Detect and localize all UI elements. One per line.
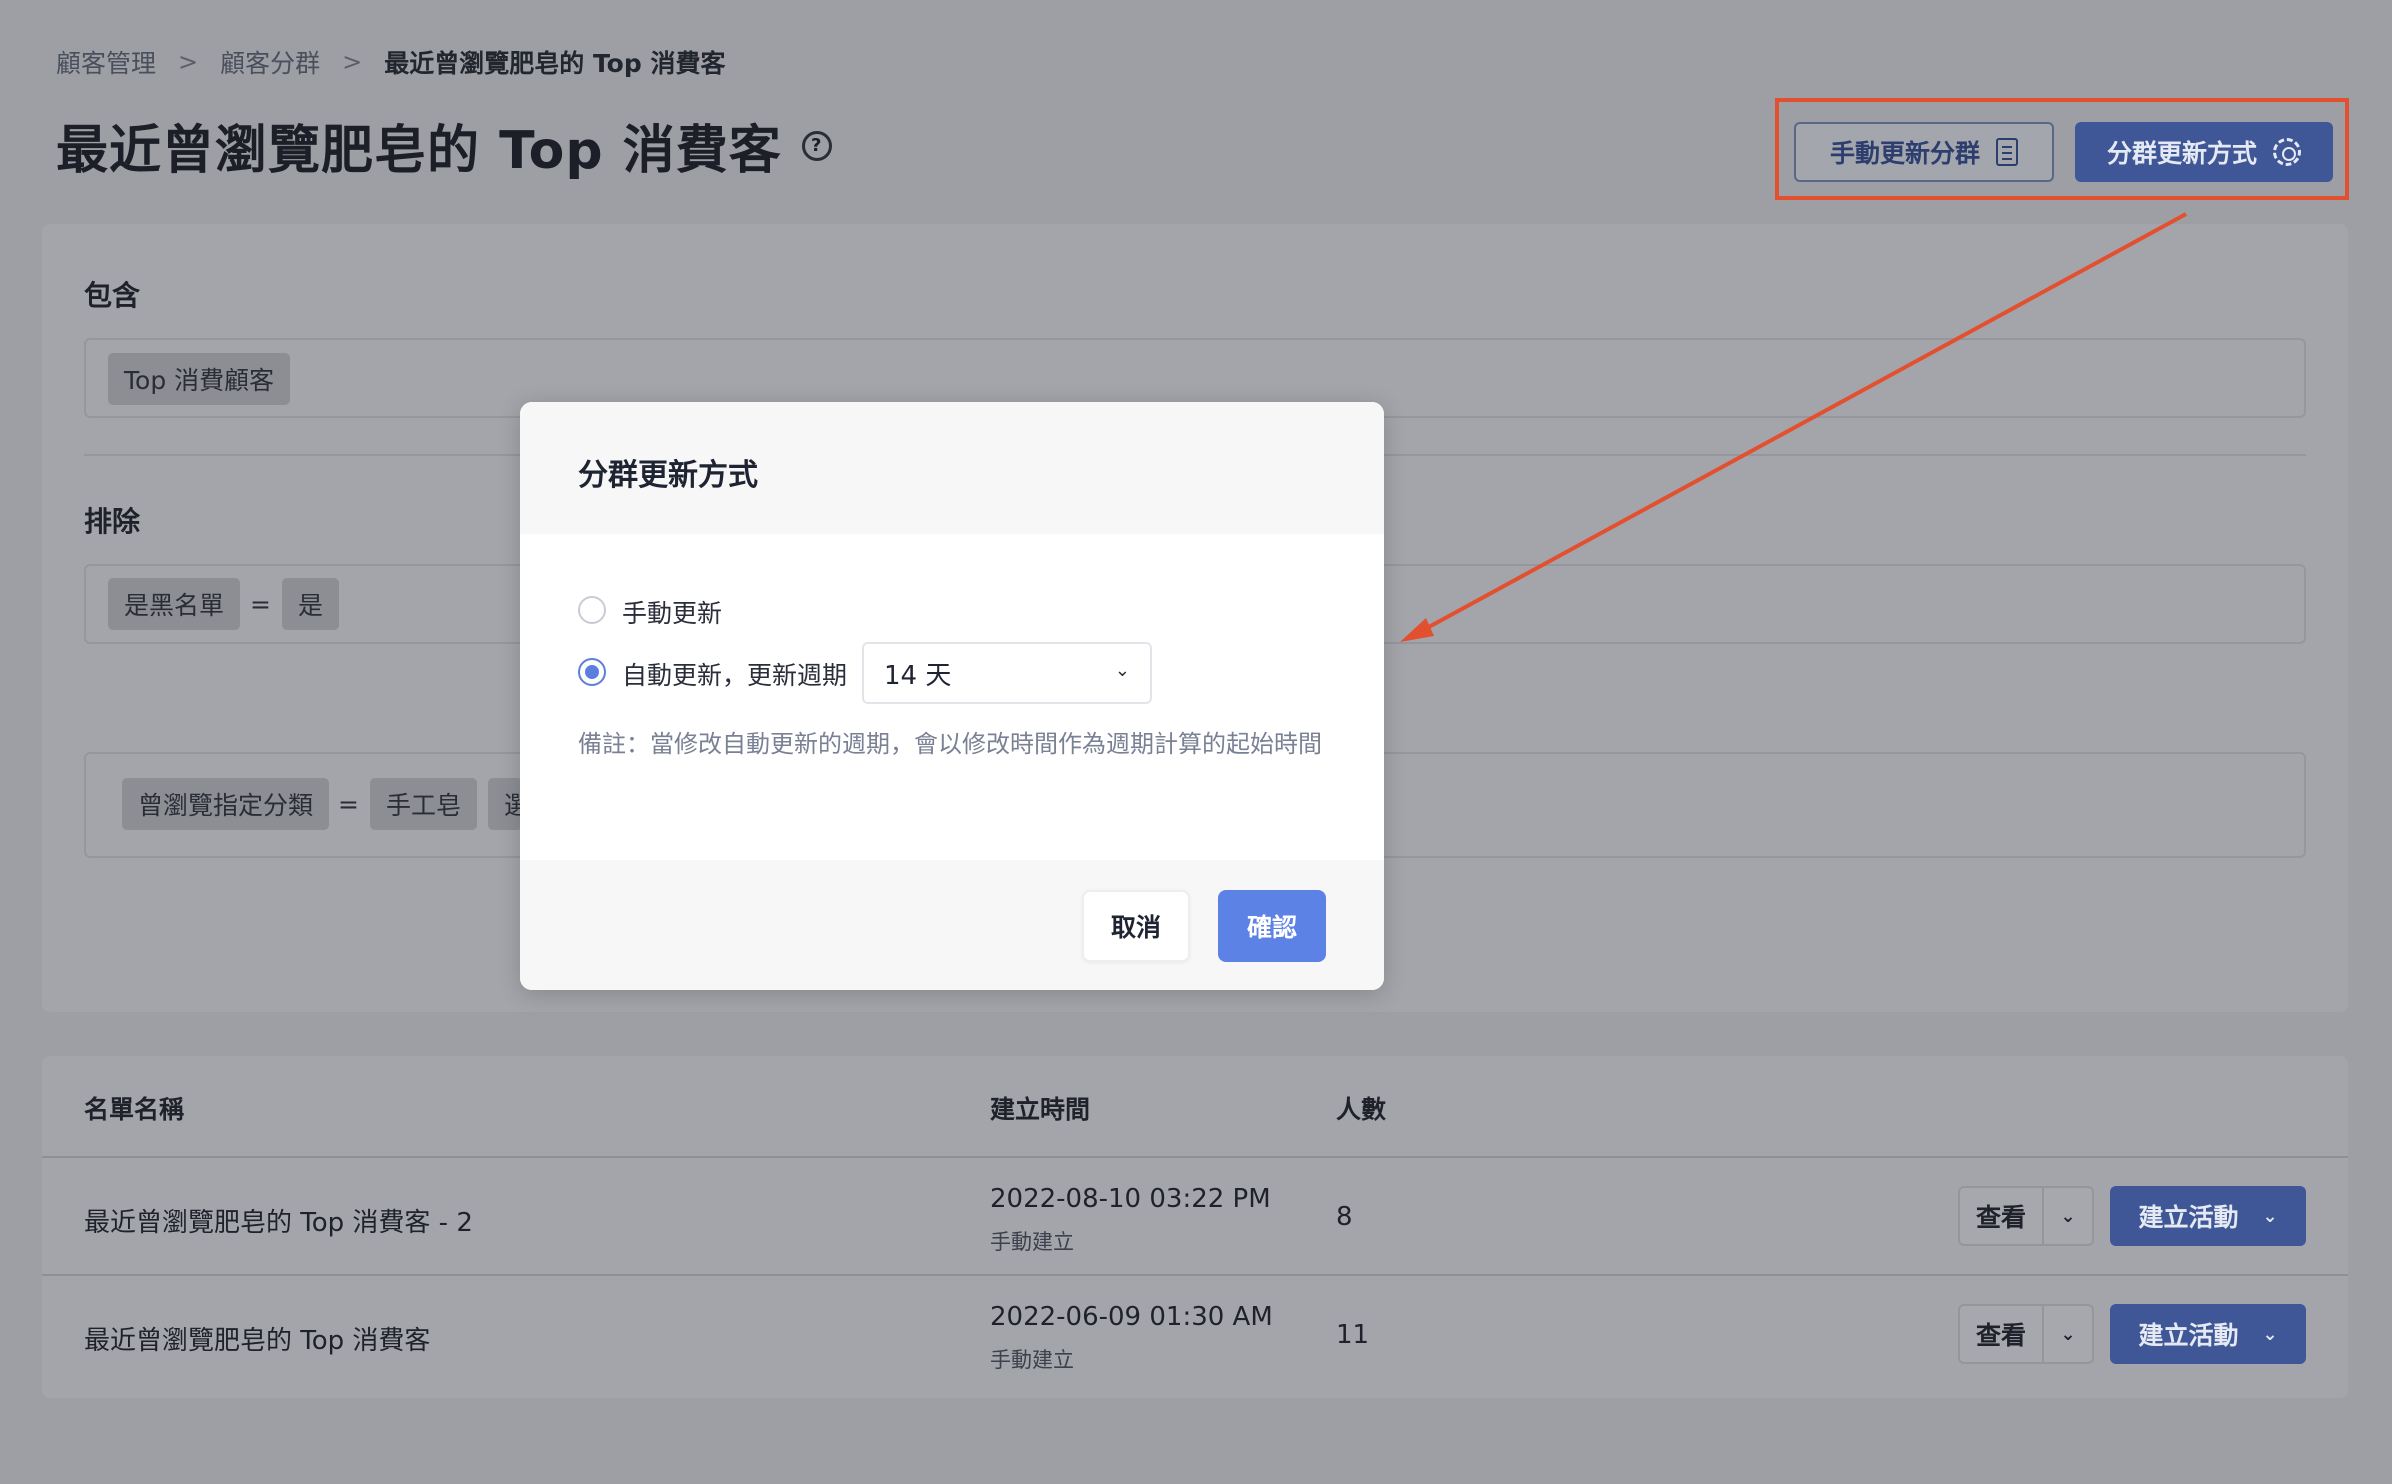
update-method-dialog: 分群更新方式 手動更新 自動更新，更新週期 14 天 ⌄ 備註：當修改自動更新的… xyxy=(520,402,1384,990)
radio-manual-update[interactable] xyxy=(578,596,606,624)
chevron-down-icon: ⌄ xyxy=(1114,660,1130,681)
radio-manual-update-label[interactable]: 手動更新 xyxy=(622,594,722,630)
update-period-select[interactable]: 14 天 ⌄ xyxy=(862,642,1152,704)
radio-auto-update-label[interactable]: 自動更新，更新週期 xyxy=(622,656,847,692)
dialog-title: 分群更新方式 xyxy=(578,458,758,493)
page-background: 顧客管理 > 顧客分群 > 最近曾瀏覽肥皂的 Top 消費客 最近曾瀏覽肥皂的 … xyxy=(0,0,2392,1484)
radio-auto-update[interactable] xyxy=(578,658,606,686)
dialog-note: 備註：當修改自動更新的週期，會以修改時間作為週期計算的起始時間 xyxy=(578,730,1322,758)
cancel-button[interactable]: 取消 xyxy=(1082,890,1190,962)
annotation-arrow-head xyxy=(1400,618,1434,642)
annotation-arrow-line xyxy=(1415,212,2187,636)
confirm-button[interactable]: 確認 xyxy=(1218,890,1326,962)
update-period-value: 14 天 xyxy=(884,660,952,691)
